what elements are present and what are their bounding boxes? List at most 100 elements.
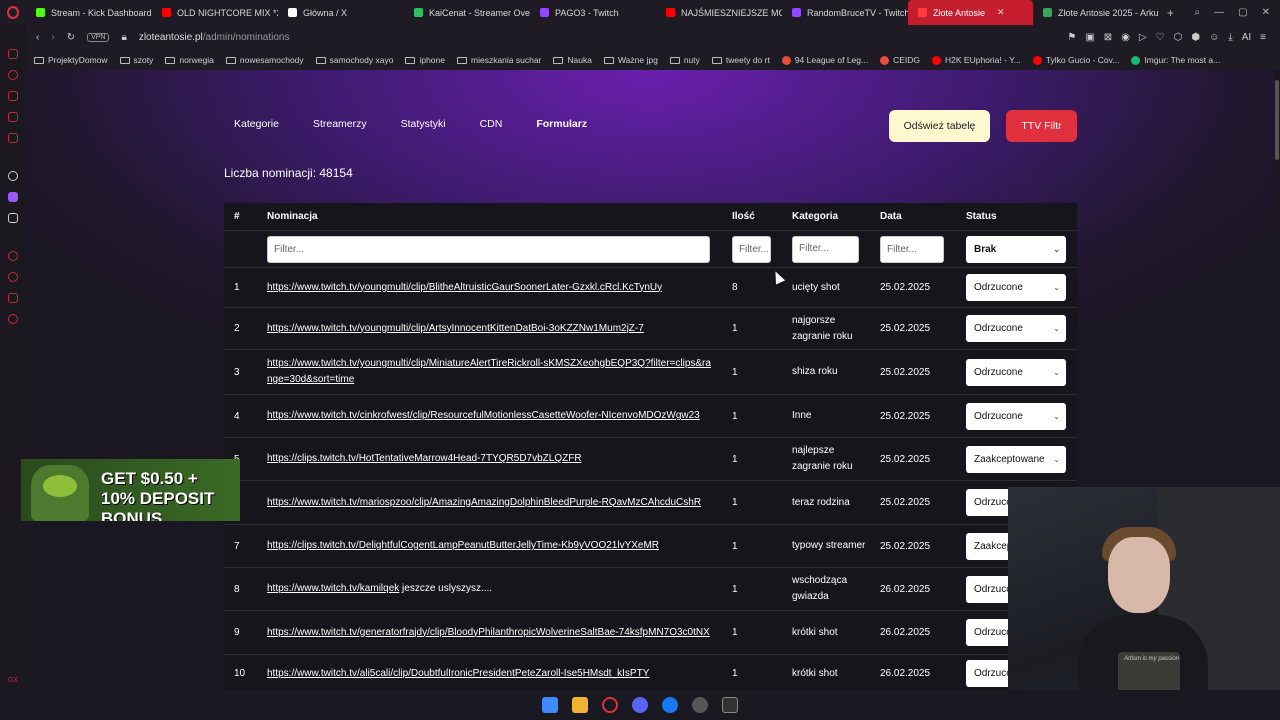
back-icon[interactable]: ‹: [36, 32, 39, 43]
facebook-icon[interactable]: [662, 697, 678, 713]
nomination-link[interactable]: https://www.twitch.tv/generatorfrajdy/cl…: [267, 627, 710, 638]
nomination-link[interactable]: https://www.twitch.tv/ali5cali/clip/Doub…: [267, 668, 649, 679]
bookmark-item[interactable]: Imgur: The most a...: [1131, 55, 1220, 65]
nomination-link[interactable]: https://clips.twitch.tv/DelightfulCogent…: [267, 540, 659, 551]
browser-tab[interactable]: Główna / X: [278, 0, 404, 25]
nomination-link[interactable]: https://clips.twitch.tv/HotTentativeMarr…: [267, 453, 582, 464]
bookmark-item[interactable]: CEIDG: [880, 55, 920, 65]
download-icon[interactable]: ⤓: [1228, 32, 1232, 43]
search-tabs-icon[interactable]: ⌕: [1195, 7, 1201, 18]
music-icon[interactable]: [8, 133, 18, 143]
browser-tab[interactable]: Złote Antosie 2025 - Arku: [1033, 0, 1159, 25]
nomination-link[interactable]: https://www.twitch.tv/cinkrofwest/clip/R…: [267, 410, 700, 421]
browser-tab[interactable]: NAJŚMIESZNIEJSZE MO: [656, 0, 782, 25]
bookmark-item[interactable]: Nauka: [553, 55, 592, 65]
data-filter-input[interactable]: Filter...: [880, 235, 944, 263]
deposit-bonus-ad[interactable]: GET $0.50 + 10% DEPOSIT BONUS: [21, 459, 240, 521]
header-ilosc[interactable]: Ilość: [732, 203, 755, 230]
opera-logo-icon[interactable]: [0, 0, 26, 25]
scrollbar-thumb[interactable]: [1275, 80, 1279, 160]
new-tab-icon[interactable]: +: [1159, 6, 1182, 20]
menu-icon[interactable]: ≡: [1260, 32, 1266, 43]
browser-tab[interactable]: PAGO3 - Twitch: [530, 0, 656, 25]
header-data[interactable]: Data: [880, 203, 902, 230]
start-icon[interactable]: [542, 697, 558, 713]
bookmark-item[interactable]: mieszkania suchar: [457, 55, 541, 65]
header-status[interactable]: Status: [966, 203, 997, 230]
bookmark-item[interactable]: Ważne jpg: [603, 55, 658, 65]
header-nominacja[interactable]: Nominacja: [267, 203, 712, 230]
browser-tab[interactable]: KaiCenat - Streamer Ove: [404, 0, 530, 25]
bookmark-item[interactable]: iphone: [405, 55, 445, 65]
status-select[interactable]: Zaakceptowane ⌄: [966, 445, 1066, 473]
maximize-icon[interactable]: ▢: [1238, 7, 1247, 18]
close-window-icon[interactable]: ✕: [1262, 7, 1270, 18]
bookmark-item[interactable]: ProjektyDomow: [34, 55, 108, 65]
ai-icon[interactable]: AI: [1242, 32, 1251, 43]
nav-link-kategorie[interactable]: Kategorie: [234, 118, 279, 130]
nomination-link[interactable]: https://www.twitch.tv/youngmulti/clip/Ar…: [267, 323, 644, 334]
bag-icon[interactable]: [8, 91, 18, 101]
bookmark-item[interactable]: H2K EUphoria! - Y...: [932, 55, 1021, 65]
status-select[interactable]: Odrzucone ⌄: [966, 315, 1066, 342]
bookmark-item[interactable]: norwegia: [165, 55, 214, 65]
tracker-icon[interactable]: ◉: [1121, 32, 1130, 43]
header-kategoria[interactable]: Kategoria: [792, 203, 872, 230]
refresh-table-button[interactable]: Odśwież tabelę: [889, 110, 990, 142]
minimize-icon[interactable]: —: [1214, 7, 1224, 18]
heart-icon[interactable]: ♡: [1156, 32, 1165, 43]
snapshot-icon[interactable]: ▣: [1085, 32, 1094, 43]
bookmark-icon[interactable]: ⚑: [1067, 32, 1076, 43]
bookmark-item[interactable]: szoty: [119, 55, 153, 65]
twitch-icon[interactable]: [8, 192, 18, 202]
download-icon[interactable]: [8, 272, 18, 282]
nomination-link[interactable]: https://www.twitch.tv/kamilqek: [267, 583, 399, 594]
profile-icon[interactable]: ☺: [1209, 32, 1219, 43]
close-tab-icon[interactable]: ✕: [997, 7, 1005, 18]
status-filter-select[interactable]: Brak ⌄: [966, 235, 1066, 263]
messenger-icon[interactable]: [8, 49, 18, 59]
wallet-icon[interactable]: ⬢: [1191, 32, 1200, 43]
mail-icon[interactable]: [8, 112, 18, 122]
extensions-icon[interactable]: [8, 293, 18, 303]
chatgpt-icon[interactable]: [8, 171, 18, 181]
nomination-link[interactable]: https://www.twitch.tv/youngmulti/clip/Bl…: [267, 282, 662, 293]
status-select[interactable]: Odrzucone ⌄: [966, 274, 1066, 301]
bookmark-item[interactable]: samochody xayo: [315, 55, 393, 65]
status-select[interactable]: Odrzucone ⌄: [966, 402, 1066, 430]
bookmark-item[interactable]: nowesamochody: [225, 55, 304, 65]
url-field[interactable]: zloteantosie.pl/admin/nominations: [139, 32, 290, 43]
browser-tab[interactable]: Złote Antosie ✕: [908, 0, 1033, 25]
bookmark-item[interactable]: tweety do rt: [711, 55, 770, 65]
bookmark-item[interactable]: Tylko Gucio - Cov...: [1032, 55, 1119, 65]
browser-tab[interactable]: Stream - Kick Dashboard: [26, 0, 152, 25]
x-icon[interactable]: [8, 213, 18, 223]
nomination-link[interactable]: https://www.twitch.tv/youngmulti/clip/Mi…: [267, 358, 711, 385]
opera-gx-icon[interactable]: [602, 697, 618, 713]
play-icon[interactable]: ▷: [1139, 32, 1147, 43]
discord-icon[interactable]: [632, 697, 648, 713]
clock-icon[interactable]: [8, 251, 18, 261]
kategoria-filter-input[interactable]: Filter...: [792, 235, 859, 263]
nav-link-formularz[interactable]: Formularz: [536, 118, 587, 130]
history-icon[interactable]: [8, 70, 18, 80]
nav-link-streamerzy[interactable]: Streamerzy: [313, 118, 367, 130]
bookmark-item[interactable]: 94 League of Leg...: [781, 55, 868, 65]
ttv-filter-button[interactable]: TTV Filtr: [1006, 110, 1077, 142]
settings-icon[interactable]: [8, 314, 18, 324]
terminal-icon[interactable]: [722, 697, 738, 713]
browser-tab[interactable]: RandomBruceTV - Twitch: [782, 0, 908, 25]
extensions-icon[interactable]: ⬡: [1174, 32, 1183, 43]
bookmark-item[interactable]: nuty: [669, 55, 700, 65]
reload-icon[interactable]: ↻: [67, 32, 75, 43]
browser-tab[interactable]: OLD NIGHTCORE MIX *2: [152, 0, 278, 25]
forward-icon[interactable]: ›: [51, 32, 54, 43]
file-explorer-icon[interactable]: [572, 697, 588, 713]
adblock-icon[interactable]: ⊠: [1104, 32, 1112, 43]
nomination-link[interactable]: https://www.twitch.tv/mariospzoo/clip/Am…: [267, 497, 701, 508]
ilosc-filter-input[interactable]: Filter...: [732, 235, 771, 263]
nominacja-filter-input[interactable]: Filter...: [267, 235, 710, 263]
nav-link-statystyki[interactable]: Statystyki: [401, 118, 446, 130]
nav-link-cdn[interactable]: CDN: [480, 118, 503, 130]
status-select[interactable]: Odrzucone ⌄: [966, 358, 1066, 386]
